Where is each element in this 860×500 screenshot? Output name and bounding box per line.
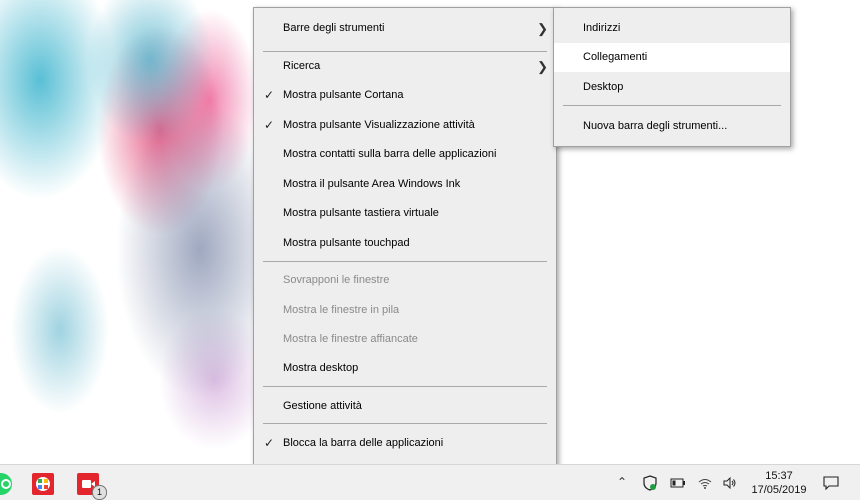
menu-item-show-desktop[interactable]: Mostra desktop — [254, 354, 556, 383]
menu-item-lock-taskbar[interactable]: ✓ Blocca la barra delle applicazioni — [254, 429, 556, 458]
clock-date: 17/05/2019 — [751, 484, 807, 496]
chevron-right-icon: ❯ — [537, 21, 548, 36]
menu-item-search[interactable]: Ricerca ❯ — [254, 52, 556, 81]
wifi-icon[interactable] — [698, 465, 712, 500]
system-clock[interactable]: 15:37 17/05/2019 — [746, 469, 812, 497]
whatsapp-icon[interactable] — [0, 473, 12, 495]
notification-icon[interactable] — [823, 465, 839, 500]
checkmark-icon: ✓ — [264, 118, 275, 132]
volume-icon[interactable] — [723, 465, 737, 500]
taskbar: 1 ⌃ 15:37 17/05/2019 — [0, 464, 860, 500]
menu-item-cortana-button[interactable]: ✓ Mostra pulsante Cortana — [254, 81, 556, 110]
submenu-item-desktop[interactable]: Desktop — [554, 73, 790, 102]
menu-separator — [263, 386, 547, 387]
battery-icon[interactable] — [670, 465, 686, 500]
checkmark-icon: ✓ — [264, 436, 275, 450]
menu-item-stacked-windows: Mostra le finestre in pila — [283, 304, 400, 316]
menu-item-toolbars[interactable]: Barre degli strumenti ❯ — [254, 14, 556, 43]
menu-item-cascade-windows: Sovrapponi le finestre — [283, 274, 390, 286]
app-grid-icon[interactable] — [32, 473, 54, 495]
menu-item-task-view-button[interactable]: ✓ Mostra pulsante Visualizzazione attivi… — [254, 111, 556, 140]
submenu-item-new-toolbar[interactable]: Nuova barra degli strumenti... — [554, 112, 790, 141]
toolbars-submenu: Indirizzi Collegamenti Desktop Nuova bar… — [553, 7, 791, 147]
defender-shield-icon[interactable] — [643, 465, 657, 500]
chevron-up-icon[interactable]: ⌃ — [617, 465, 627, 500]
menu-separator — [563, 105, 781, 106]
menu-item-windows-ink[interactable]: Mostra il pulsante Area Windows Ink — [254, 170, 556, 199]
taskbar-context-menu: Barre degli strumenti ❯ Ricerca ❯ ✓ Most… — [253, 7, 557, 489]
checkmark-icon: ✓ — [264, 88, 275, 102]
submenu-item-address[interactable]: Indirizzi — [554, 14, 790, 43]
menu-separator — [263, 261, 547, 262]
menu-separator — [263, 423, 547, 424]
menu-item-side-by-side-windows: Mostra le finestre affiancate — [283, 333, 418, 345]
submenu-item-links[interactable]: Collegamenti — [554, 43, 790, 72]
clock-time: 15:37 — [765, 470, 793, 482]
menu-item-contacts[interactable]: Mostra contatti sulla barra delle applic… — [254, 140, 556, 169]
chevron-right-icon: ❯ — [537, 59, 548, 74]
menu-item-touch-keyboard[interactable]: Mostra pulsante tastiera virtuale — [254, 199, 556, 228]
menu-item-touchpad[interactable]: Mostra pulsante touchpad — [254, 229, 556, 258]
menu-item-task-manager[interactable]: Gestione attività — [254, 392, 556, 421]
notification-badge: 1 — [92, 485, 107, 500]
